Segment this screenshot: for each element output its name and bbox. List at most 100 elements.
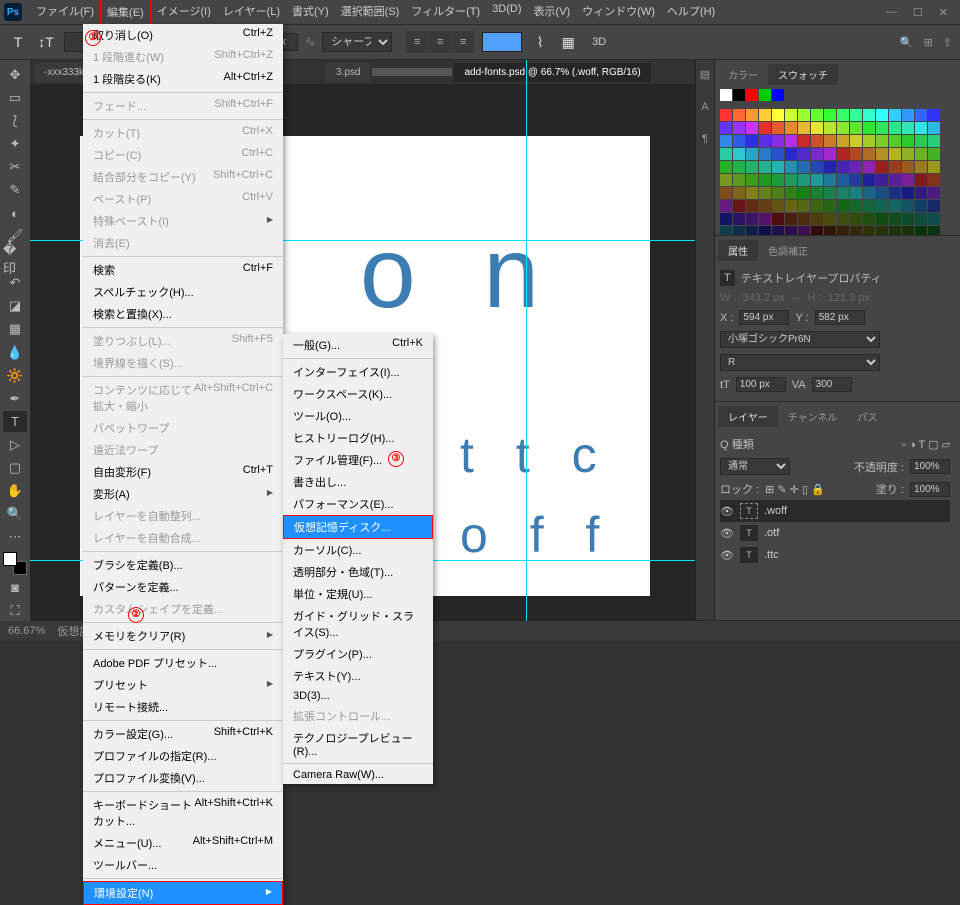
swatch[interactable] <box>863 161 875 173</box>
mi-pref-tech[interactable]: テクノロジープレビュー(R)... <box>283 727 433 761</box>
mi-transform[interactable]: 変形(A) <box>83 483 283 505</box>
warp-text-icon[interactable]: ⌇ <box>530 32 550 52</box>
visibility-icon[interactable]: 👁 <box>720 527 734 540</box>
swatch[interactable] <box>798 200 810 212</box>
swatch[interactable] <box>733 187 745 199</box>
swatch[interactable] <box>863 226 875 235</box>
swatch[interactable] <box>902 109 914 121</box>
mi-pref-export[interactable]: 書き出し... <box>283 471 433 493</box>
maximize-icon[interactable]: ☐ <box>913 6 923 19</box>
history-icon[interactable]: ▤ <box>700 68 710 81</box>
minimize-icon[interactable]: — <box>886 6 897 19</box>
swatch[interactable] <box>811 174 823 186</box>
tab-paths[interactable]: パス <box>847 406 887 427</box>
mi-cut[interactable]: カット(T)Ctrl+X <box>83 122 283 144</box>
swatch[interactable] <box>863 200 875 212</box>
menu-3d[interactable]: 3D(D) <box>486 0 527 25</box>
swatch[interactable] <box>824 174 836 186</box>
swatch[interactable] <box>915 161 927 173</box>
swatch[interactable] <box>811 213 823 225</box>
text-color-swatch[interactable] <box>482 32 522 52</box>
swatch[interactable] <box>915 200 927 212</box>
tracking-input[interactable] <box>812 377 852 392</box>
mi-pref-general[interactable]: 一般(G)...Ctrl+K <box>283 334 433 356</box>
mi-color-settings[interactable]: カラー設定(G)...Shift+Ctrl+K <box>83 723 283 745</box>
swatch[interactable] <box>746 148 758 160</box>
swatch[interactable] <box>915 187 927 199</box>
swatch[interactable] <box>811 161 823 173</box>
swatch[interactable] <box>785 135 797 147</box>
swatch[interactable] <box>733 135 745 147</box>
swatch[interactable] <box>837 174 849 186</box>
mi-adobe-pdf[interactable]: Adobe PDF プリセット... <box>83 652 283 674</box>
swatch[interactable] <box>902 174 914 186</box>
swatch[interactable] <box>876 226 888 235</box>
screenmode-icon[interactable]: ⛶ <box>3 600 27 621</box>
close-icon[interactable]: ✕ <box>939 6 948 19</box>
opacity-input[interactable] <box>910 459 950 474</box>
gradient-tool[interactable]: ▦ <box>3 319 27 340</box>
swatch[interactable] <box>772 122 784 134</box>
swatch[interactable] <box>837 161 849 173</box>
swatch[interactable] <box>889 187 901 199</box>
tab-color[interactable]: カラー <box>718 64 768 85</box>
mi-purge[interactable]: メモリをクリア(R) <box>83 625 283 647</box>
swatch[interactable] <box>811 122 823 134</box>
swatch[interactable] <box>850 187 862 199</box>
move-tool[interactable]: ✥ <box>3 64 27 85</box>
swatch[interactable] <box>772 187 784 199</box>
swatch[interactable] <box>902 200 914 212</box>
swatch[interactable] <box>850 148 862 160</box>
mi-pref-cursors[interactable]: カーソル(C)... <box>283 539 433 561</box>
swatch[interactable] <box>928 226 940 235</box>
swatch[interactable] <box>720 122 732 134</box>
swatch[interactable] <box>733 213 745 225</box>
swatch[interactable] <box>720 89 732 101</box>
mi-pref-interface[interactable]: インターフェイス(I)... <box>283 361 433 383</box>
swatch[interactable] <box>876 148 888 160</box>
fg-bg-colors[interactable] <box>3 552 27 575</box>
swatch[interactable] <box>837 213 849 225</box>
swatch[interactable] <box>733 148 745 160</box>
swatch[interactable] <box>772 109 784 121</box>
mi-define-pattern[interactable]: パターンを定義... <box>83 576 283 598</box>
mi-pref-performance[interactable]: パフォーマンス(E)... <box>283 493 433 515</box>
swatch[interactable] <box>785 109 797 121</box>
swatch[interactable] <box>876 187 888 199</box>
swatch[interactable] <box>746 135 758 147</box>
swatch[interactable] <box>733 200 745 212</box>
swatch[interactable] <box>785 187 797 199</box>
swatch[interactable] <box>863 122 875 134</box>
swatch[interactable] <box>850 174 862 186</box>
swatch[interactable] <box>746 89 758 101</box>
swatch[interactable] <box>798 174 810 186</box>
orientation-icon[interactable]: ↕T <box>36 32 56 52</box>
swatch[interactable] <box>811 200 823 212</box>
tab-adjustments[interactable]: 色調補正 <box>758 240 818 261</box>
swatch[interactable] <box>876 122 888 134</box>
mi-free-transform[interactable]: 自由変形(F)Ctrl+T <box>83 461 283 483</box>
swatch[interactable] <box>824 135 836 147</box>
eyedropper-tool[interactable]: ✎ <box>3 179 27 200</box>
swatch[interactable] <box>759 122 771 134</box>
mi-copy-merged[interactable]: 結合部分をコピー(Y)Shift+Ctrl+C <box>83 166 283 188</box>
swatch[interactable] <box>785 213 797 225</box>
swatch[interactable] <box>876 135 888 147</box>
swatch[interactable] <box>876 161 888 173</box>
share-icon[interactable]: ⇪ <box>943 36 952 49</box>
swatch[interactable] <box>811 187 823 199</box>
swatch[interactable] <box>889 148 901 160</box>
swatch[interactable] <box>733 161 745 173</box>
mi-find-replace[interactable]: 検索と置換(X)... <box>83 303 283 325</box>
blur-tool[interactable]: 💧 <box>3 342 27 363</box>
swatch[interactable] <box>772 135 784 147</box>
swatch[interactable] <box>850 226 862 235</box>
crop-tool[interactable]: ✂ <box>3 156 27 177</box>
swatch[interactable] <box>915 122 927 134</box>
layer-row[interactable]: 👁T.ttc <box>720 544 950 566</box>
mi-pref-scratch[interactable]: 仮想記憶ディスク... <box>283 515 433 539</box>
swatch[interactable] <box>733 109 745 121</box>
mi-pref-camera-raw[interactable]: Camera Raw(W)... <box>283 766 433 784</box>
mi-pref-transparency[interactable]: 透明部分・色域(T)... <box>283 561 433 583</box>
swatch[interactable] <box>720 200 732 212</box>
